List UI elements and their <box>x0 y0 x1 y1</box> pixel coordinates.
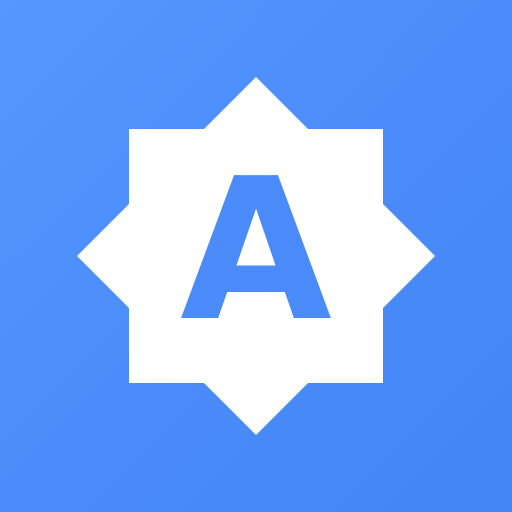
app-icon[interactable]: A <box>0 0 512 512</box>
star-badge-icon: A <box>77 77 435 435</box>
badge-letter: A <box>180 137 332 365</box>
